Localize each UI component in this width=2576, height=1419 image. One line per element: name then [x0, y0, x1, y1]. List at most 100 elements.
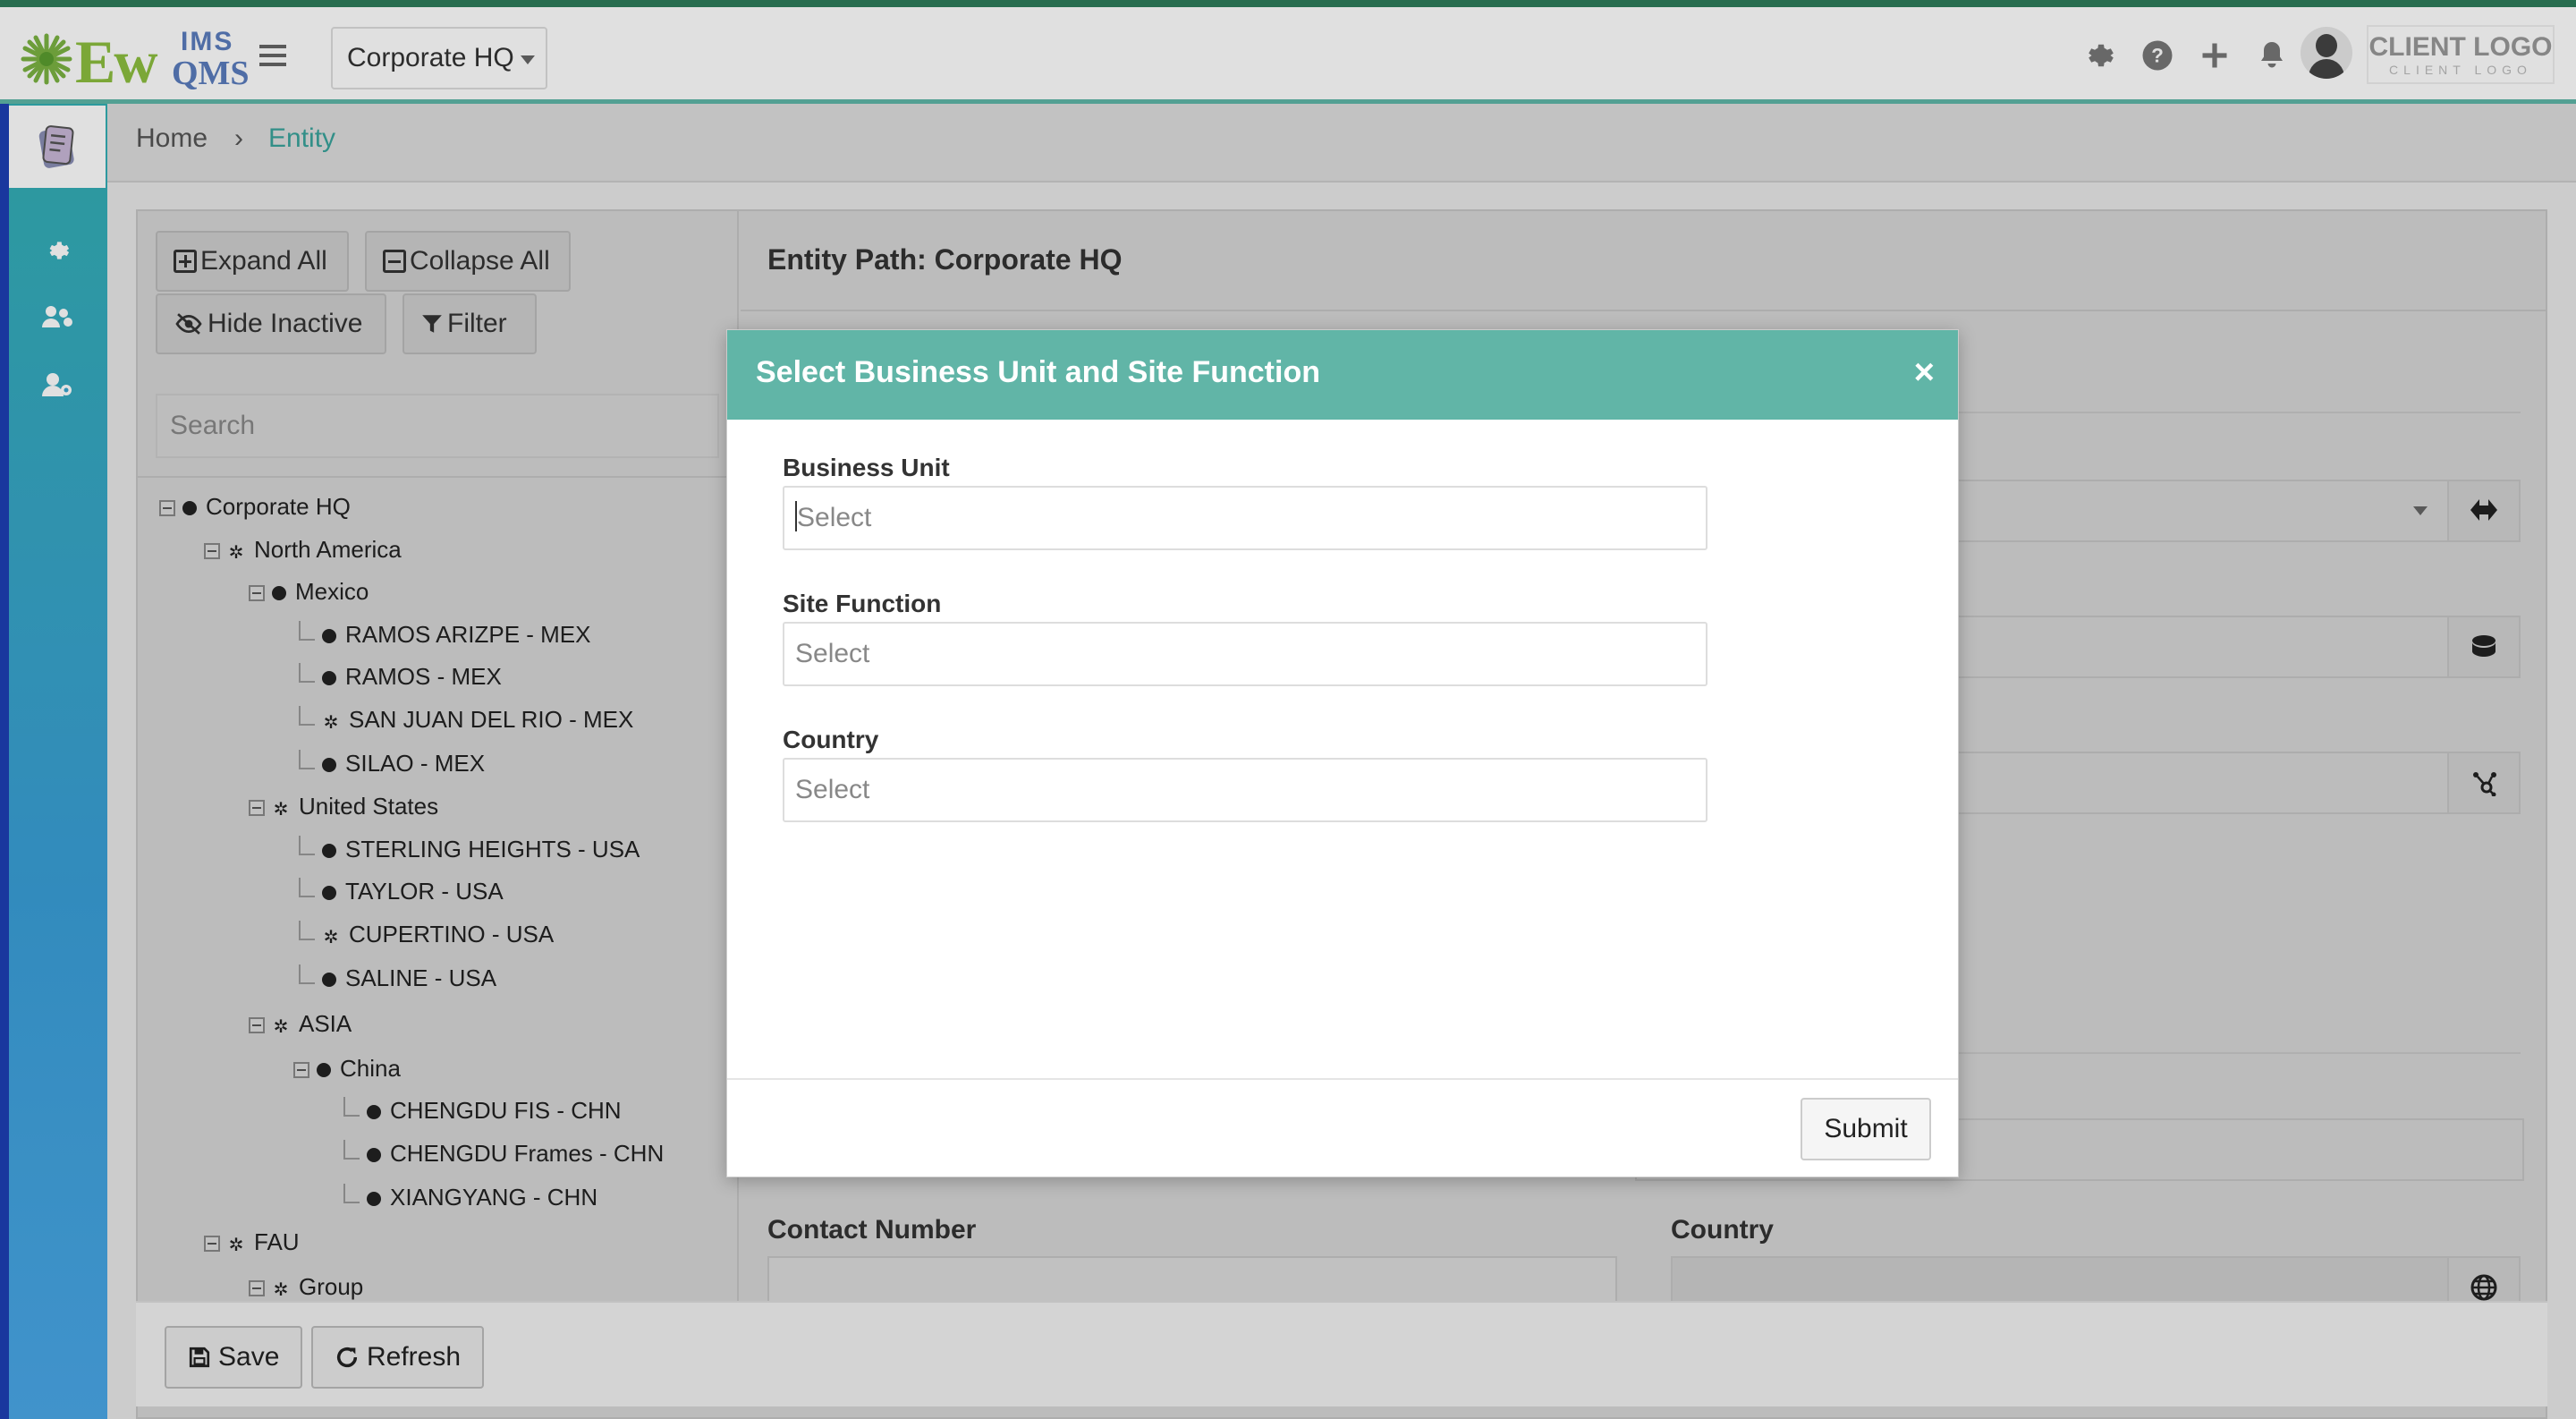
tree-node[interactable]: SILAO - MEX	[299, 742, 485, 785]
expand-icon	[174, 250, 197, 273]
gear-icon: ✲	[323, 713, 339, 733]
country-placeholder: Select	[795, 775, 870, 804]
tree-node[interactable]: STERLING HEIGHTS - USA	[299, 828, 640, 871]
tree-node-label: RAMOS ARIZPE - MEX	[345, 621, 591, 648]
collapse-toggle-icon[interactable]	[249, 800, 265, 816]
app-logo[interactable]: Ew IMS QMS	[20, 21, 250, 96]
tree-node-label: Mexico	[295, 578, 369, 605]
svg-text:?: ?	[2151, 45, 2164, 67]
tree-node[interactable]: SALINE - USA	[299, 956, 496, 999]
sidebar-item-settings[interactable]	[9, 220, 106, 283]
tree-node[interactable]: Mexico	[249, 570, 369, 613]
globe-icon	[367, 1105, 381, 1119]
collapse-toggle-icon[interactable]	[293, 1062, 309, 1078]
tree-node[interactable]: RAMOS - MEX	[299, 655, 502, 698]
save-button[interactable]: Save	[165, 1326, 303, 1389]
globe-icon	[322, 671, 336, 685]
panel-divider	[138, 476, 737, 478]
gear-icon: ✲	[228, 1236, 244, 1255]
tree-node-label: RAMOS - MEX	[345, 663, 502, 690]
globe-icon	[322, 758, 336, 772]
globe-icon	[367, 1192, 381, 1206]
collapse-all-button[interactable]: Collapse All	[365, 231, 571, 292]
site-function-select[interactable]: Select	[783, 622, 1707, 686]
modal-title: Select Business Unit and Site Function	[756, 355, 1320, 389]
tree-node[interactable]: ✲ CUPERTINO - USA	[299, 913, 554, 956]
tree-node-label: XIANGYANG - CHN	[390, 1184, 598, 1211]
entity-path-title: Entity Path: Corporate HQ	[767, 243, 1123, 276]
business-unit-label: Business Unit	[783, 454, 950, 481]
double-arrow-icon	[2470, 499, 2497, 521]
plus-icon[interactable]	[2199, 39, 2231, 72]
settings-icon	[49, 242, 70, 259]
panel-divider	[741, 310, 2547, 311]
caret-down-icon	[2413, 506, 2428, 515]
tree-node-label: China	[340, 1055, 401, 1082]
business-unit-select[interactable]: Select	[783, 486, 1707, 550]
sidebar-item-users[interactable]	[9, 286, 106, 349]
modal-footer-divider	[727, 1078, 1958, 1080]
breadcrumb-home[interactable]: Home	[136, 123, 208, 154]
sidebar-item-user-settings[interactable]	[9, 354, 106, 417]
breadcrumb-separator: ›	[234, 123, 243, 153]
collapse-toggle-icon[interactable]	[249, 1017, 265, 1033]
site-function-label: Site Function	[783, 590, 942, 617]
hide-inactive-button[interactable]: Hide Inactive	[156, 293, 386, 354]
bell-icon[interactable]	[2256, 39, 2288, 72]
tree-connector	[299, 836, 315, 855]
tree-node[interactable]: ✲ United States	[249, 785, 438, 828]
user-settings-icon	[42, 373, 72, 396]
database-icon	[2472, 635, 2496, 657]
network-button[interactable]	[2447, 752, 2521, 814]
filter-label: Filter	[447, 309, 507, 338]
tree-node[interactable]: ✲ SAN JUAN DEL RIO - MEX	[299, 698, 633, 741]
tree-node[interactable]: CHENGDU Frames - CHN	[343, 1132, 664, 1175]
help-icon[interactable]: ?	[2141, 39, 2174, 72]
gear-icon[interactable]	[2082, 39, 2114, 72]
tree-node[interactable]: China	[293, 1047, 401, 1090]
expand-all-button[interactable]: Expand All	[156, 231, 349, 292]
context-selector[interactable]: Corporate HQ	[331, 27, 547, 89]
tree-node-label: CHENGDU Frames - CHN	[390, 1140, 665, 1167]
close-icon[interactable]: ×	[1914, 350, 1935, 395]
avatar[interactable]	[2301, 27, 2352, 79]
tree-search-input[interactable]: Search	[156, 394, 719, 458]
collapse-toggle-icon[interactable]	[249, 1280, 265, 1296]
globe-icon	[182, 501, 197, 515]
database-button[interactable]	[2447, 616, 2521, 678]
save-label: Save	[218, 1342, 280, 1372]
tree-node-label: SILAO - MEX	[345, 750, 486, 777]
filter-button[interactable]: Filter	[402, 293, 537, 354]
tree-node[interactable]: Corporate HQ	[159, 485, 351, 528]
context-selector-value: Corporate HQ	[347, 43, 514, 72]
menu-toggle-icon[interactable]	[259, 45, 286, 66]
left-rail	[0, 104, 9, 1419]
network-icon	[2473, 772, 2496, 797]
submit-button[interactable]: Submit	[1801, 1098, 1931, 1160]
collapse-toggle-icon[interactable]	[159, 500, 175, 516]
sidebar-item-documents[interactable]	[9, 106, 106, 188]
refresh-button[interactable]: Refresh	[311, 1326, 485, 1389]
breadcrumb-current: Entity	[268, 123, 336, 153]
tree-node-label: SALINE - USA	[345, 964, 497, 991]
country-select[interactable]: Select	[783, 758, 1707, 822]
tree-node[interactable]: TAYLOR - USA	[299, 870, 504, 913]
tree-node-label: FAU	[254, 1228, 300, 1255]
tree-node-label: STERLING HEIGHTS - USA	[345, 836, 640, 862]
tree-node[interactable]: ✲ Group	[249, 1265, 363, 1303]
tree-node[interactable]: ✲ FAU	[204, 1220, 300, 1263]
refresh-icon	[336, 1347, 358, 1368]
hierarchy-button[interactable]	[2447, 480, 2521, 542]
tree-node[interactable]: XIANGYANG - CHN	[343, 1176, 597, 1219]
tree-connector	[299, 964, 315, 984]
collapse-toggle-icon[interactable]	[204, 1236, 220, 1252]
tree-node[interactable]: ✲ ASIA	[249, 1002, 352, 1045]
tree-node[interactable]: ✲ North America	[204, 528, 402, 571]
tree-connector	[299, 921, 315, 940]
tree-node[interactable]: CHENGDU FIS - CHN	[343, 1089, 622, 1132]
tree-node[interactable]: RAMOS ARIZPE - MEX	[299, 613, 591, 656]
globe-icon	[322, 844, 336, 858]
collapse-toggle-icon[interactable]	[249, 585, 265, 601]
filter-icon	[422, 315, 442, 333]
collapse-toggle-icon[interactable]	[204, 543, 220, 559]
